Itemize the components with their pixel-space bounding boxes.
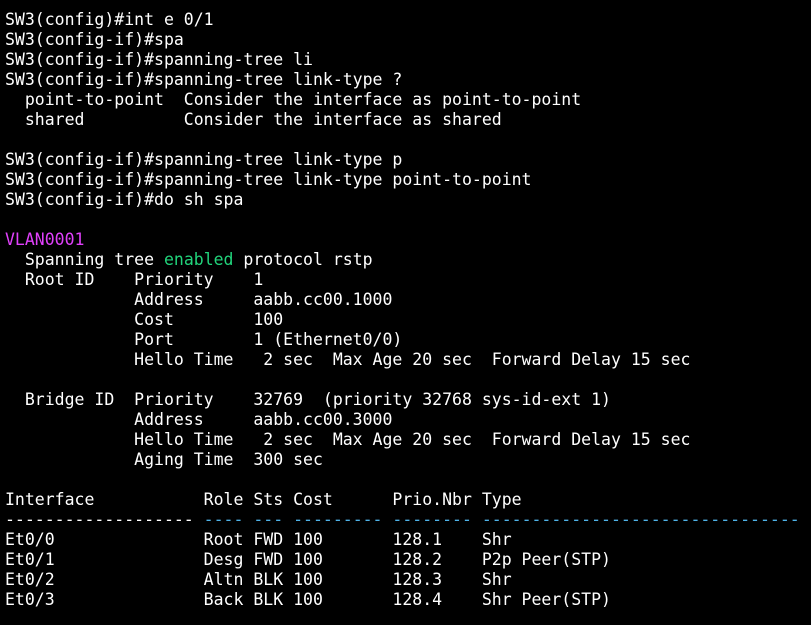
command-line: SW3(config-if)#spanning-tree link-type p [5, 150, 403, 169]
help-line: point-to-point Consider the interface as… [5, 90, 582, 109]
vlan-heading: VLAN0001 [5, 230, 85, 249]
bridge-id-line: Address aabb.cc00.3000 [5, 410, 393, 429]
root-id-line: Root ID Priority 1 [5, 270, 264, 289]
command-line: SW3(config-if)#spanning-tree li [5, 50, 313, 69]
root-id-line: Hello Time 2 sec Max Age 20 sec Forward … [5, 350, 691, 369]
command-line: SW3(config)#int e 0/1 [5, 10, 214, 29]
separator-first: ------------------- [5, 510, 194, 529]
bridge-id-line: Hello Time 2 sec Max Age 20 sec Forward … [5, 430, 691, 449]
terminal-window[interactable]: SW3(config)#int e 0/1 SW3(config-if)#spa… [0, 0, 811, 625]
bridge-id-line: Bridge ID Priority 32769 (priority 32768… [5, 390, 611, 409]
table-row: Et0/0 Root FWD 100 128.1 Shr [5, 530, 512, 549]
table-header: Interface Role Sts Cost Prio.Nbr Type [5, 490, 522, 509]
table-row: Et0/1 Desg FWD 100 128.2 P2p Peer(STP) [5, 550, 611, 569]
command-line: SW3(config-if)#spanning-tree link-type ? [5, 70, 403, 89]
spanning-suffix: protocol rstp [233, 250, 373, 269]
root-id-line: Port 1 (Ethernet0/0) [5, 330, 403, 349]
table-row: Et0/3 Back BLK 100 128.4 Shr Peer(STP) [5, 590, 611, 609]
root-id-line: Cost 100 [5, 310, 284, 329]
command-line: SW3(config-if)#spa [5, 30, 184, 49]
command-line: SW3(config-if)#spanning-tree link-type p… [5, 170, 532, 189]
enabled-keyword: enabled [163, 250, 234, 269]
help-line: shared Consider the interface as shared [5, 110, 502, 129]
spanning-prefix: Spanning tree [5, 250, 164, 269]
table-separator: ------------------- ---- --- --------- -… [5, 510, 811, 530]
command-line: SW3(config-if)#do sh spa [5, 190, 244, 209]
root-id-line: Address aabb.cc00.1000 [5, 290, 393, 309]
spanning-tree-status: Spanning tree enabled protocol rstp [5, 250, 811, 270]
bridge-id-line: Aging Time 300 sec [5, 450, 323, 469]
separator-rest: ---- --- --------- -------- ------------… [193, 510, 800, 529]
table-row: Et0/2 Altn BLK 100 128.3 Shr [5, 570, 512, 589]
